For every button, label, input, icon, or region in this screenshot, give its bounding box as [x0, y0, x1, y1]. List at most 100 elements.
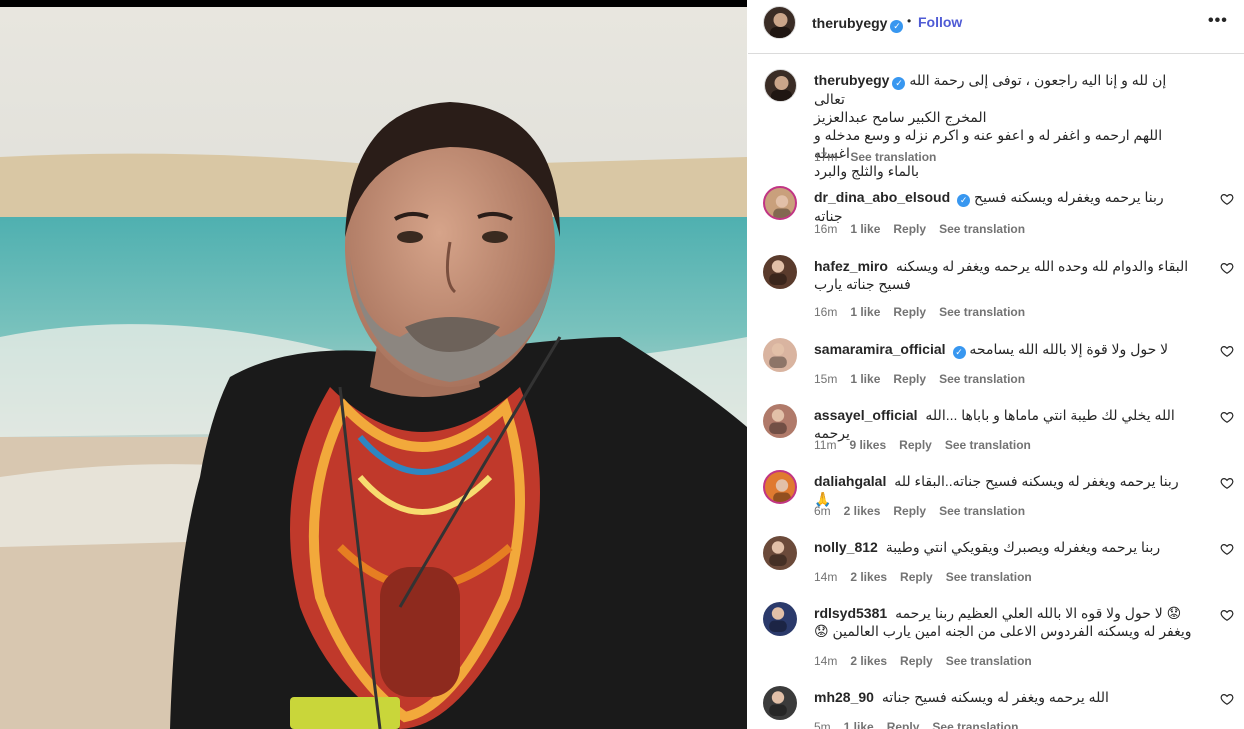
comment-reply-button[interactable]: Reply [893, 305, 926, 319]
post-side-panel: therubyegy ✓ • Follow ••• therubyegy ✓ إن … [748, 0, 1244, 729]
comment-body: samaramira_official ✓ لا حول ولا قوة إلا … [814, 340, 1194, 359]
caption-line-2: المخرج الكبير سامح عبدالعزيز [814, 109, 987, 125]
comment-body: assayel_official الله يخلي لك طيبة انتي … [814, 406, 1194, 442]
comment-likes[interactable]: 1 like [850, 372, 880, 386]
caption-avatar[interactable] [764, 69, 797, 102]
comment-body: hafez_miro البقاء والدوام لله وحده الله … [814, 257, 1194, 293]
comment-reply-button[interactable]: Reply [887, 720, 920, 729]
comment-time: 14m [814, 654, 838, 668]
comment-username[interactable]: samaramira_official [814, 341, 946, 357]
comment-see-translation[interactable]: See translation [939, 305, 1025, 319]
more-options-icon[interactable]: ••• [1208, 12, 1228, 30]
comment-body: rdlsyd5381 😟 لا حول ولا قوه الا بالله ال… [814, 604, 1194, 640]
comment-avatar[interactable] [763, 602, 797, 636]
comment-meta: 14m 2 likes Reply See translation [814, 654, 1045, 668]
comment-avatar[interactable] [763, 186, 797, 220]
comment: dr_dina_abo_elsoud ✓ ربنا يرحمه ويغفرله و… [748, 186, 1244, 256]
comment-meta: 6m 2 likes Reply See translation [814, 504, 1038, 518]
comment-reply-button[interactable]: Reply [893, 372, 926, 386]
comment-avatar[interactable] [763, 255, 797, 289]
comment-see-translation[interactable]: See translation [946, 570, 1032, 584]
comment-username[interactable]: hafez_miro [814, 258, 888, 274]
caption-username[interactable]: therubyegy [814, 72, 889, 88]
comment-time: 14m [814, 570, 838, 584]
author-avatar[interactable] [763, 6, 796, 39]
post-image[interactable] [0, 0, 747, 729]
comment-likes[interactable]: 1 like [850, 222, 880, 236]
comment-reply-button[interactable]: Reply [900, 654, 933, 668]
comment-meta: 16m 1 like Reply See translation [814, 222, 1038, 236]
comment-see-translation[interactable]: See translation [939, 222, 1025, 236]
heart-icon[interactable] [1220, 476, 1234, 490]
comment-body: dr_dina_abo_elsoud ✓ ربنا يرحمه ويغفرله و… [814, 188, 1194, 225]
comment-time: 11m [814, 438, 837, 452]
image-top-edge [0, 0, 747, 7]
comment-reply-button[interactable]: Reply [900, 570, 933, 584]
separator-dot: • [907, 14, 912, 28]
verified-badge-icon: ✓ [957, 194, 971, 207]
author-username-text[interactable]: therubyegy [812, 15, 887, 31]
comment-text: ربنا يرحمه ويغفرله ويصبرك ويقويكي انتي و… [885, 539, 1161, 555]
comment-body: daliahgalal ربنا يرحمه ويغفر له ويسكنه ف… [814, 472, 1194, 508]
comment-likes[interactable]: 2 likes [850, 570, 887, 584]
comment-likes[interactable]: 9 likes [849, 438, 886, 452]
caption-time: 17m [814, 150, 838, 164]
comment: mh28_90 الله يرحمه ويغفر له ويسكنه فسيح … [748, 686, 1244, 729]
comment-time: 6m [814, 504, 831, 518]
caption-meta: 17m See translation [814, 150, 949, 164]
heart-icon[interactable] [1220, 608, 1234, 622]
comment-username[interactable]: daliahgalal [814, 473, 886, 489]
comment: samaramira_official ✓ لا حول ولا قوة إلا … [748, 338, 1244, 408]
comment-see-translation[interactable]: See translation [945, 438, 1031, 452]
comment-text: لا حول ولا قوة إلا بالله الله يسامحه [969, 341, 1169, 357]
post-header: therubyegy ✓ • Follow ••• [748, 0, 1244, 54]
comment: rdlsyd5381 😟 لا حول ولا قوه الا بالله ال… [748, 602, 1244, 672]
comment: nolly_812 ربنا يرحمه ويغفرله ويصبرك ويقو… [748, 536, 1244, 606]
heart-icon[interactable] [1220, 344, 1234, 358]
comment-avatar[interactable] [763, 338, 797, 372]
comment-reply-button[interactable]: Reply [899, 438, 932, 452]
comment-meta: 15m 1 like Reply See translation [814, 372, 1038, 386]
comment: daliahgalal ربنا يرحمه ويغفر له ويسكنه ف… [748, 470, 1244, 540]
comment-username[interactable]: dr_dina_abo_elsoud [814, 189, 950, 205]
author-username[interactable]: therubyegy ✓ [812, 15, 904, 33]
comment-reply-button[interactable]: Reply [893, 504, 926, 518]
comment-meta: 14m 2 likes Reply See translation [814, 570, 1045, 584]
verified-badge-icon: ✓ [952, 346, 966, 359]
heart-icon[interactable] [1220, 542, 1234, 556]
comment-reply-button[interactable]: Reply [893, 222, 926, 236]
comment-meta: 16m 1 like Reply See translation [814, 305, 1038, 319]
comment-avatar[interactable] [763, 536, 797, 570]
verified-badge-icon: ✓ [892, 77, 906, 90]
comment-time: 15m [814, 372, 838, 386]
follow-button[interactable]: Follow [918, 14, 962, 30]
comment-time: 16m [814, 305, 838, 319]
heart-icon[interactable] [1220, 192, 1234, 206]
heart-icon[interactable] [1220, 261, 1234, 275]
comment: hafez_miro البقاء والدوام لله وحده الله … [748, 255, 1244, 325]
comment-see-translation[interactable]: See translation [939, 372, 1025, 386]
comment-text: الله يرحمه ويغفر له ويسكنه فسيح جناته [881, 689, 1109, 705]
comment-body: nolly_812 ربنا يرحمه ويغفرله ويصبرك ويقو… [814, 538, 1194, 556]
caption-line-4: بالماء والثلج والبرد [814, 163, 920, 179]
heart-icon[interactable] [1220, 410, 1234, 424]
caption-see-translation[interactable]: See translation [850, 150, 936, 164]
comment-username[interactable]: assayel_official [814, 407, 918, 423]
comment-username[interactable]: mh28_90 [814, 689, 874, 705]
comment-see-translation[interactable]: See translation [946, 654, 1032, 668]
comment-see-translation[interactable]: See translation [939, 504, 1025, 518]
comment-avatar[interactable] [763, 404, 797, 438]
comment-time: 16m [814, 222, 838, 236]
comment-username[interactable]: nolly_812 [814, 539, 878, 555]
comment-likes[interactable]: 2 likes [850, 654, 887, 668]
comment-likes[interactable]: 1 like [850, 305, 880, 319]
comment-likes[interactable]: 1 like [844, 720, 874, 729]
comment-see-translation[interactable]: See translation [932, 720, 1018, 729]
comment-avatar[interactable] [763, 686, 797, 720]
heart-icon[interactable] [1220, 692, 1234, 706]
comment-username[interactable]: rdlsyd5381 [814, 605, 887, 621]
comment: assayel_official الله يخلي لك طيبة انتي … [748, 404, 1244, 474]
comment-meta: 5m 1 like Reply See translation [814, 720, 1031, 729]
comment-likes[interactable]: 2 likes [844, 504, 881, 518]
comment-avatar[interactable] [763, 470, 797, 504]
